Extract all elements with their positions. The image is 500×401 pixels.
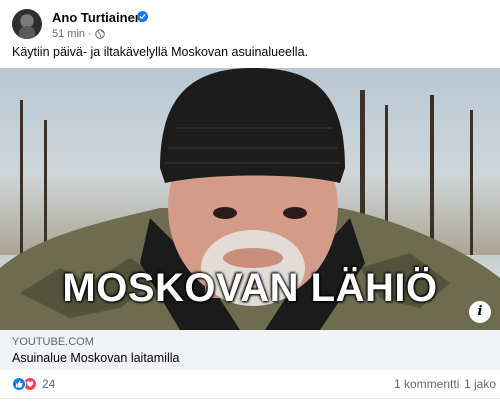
verified-badge-icon <box>137 11 148 22</box>
reaction-count: 24 <box>42 377 56 391</box>
video-caption: MOSKOVAN LÄHIÖ <box>62 266 438 310</box>
comment-count[interactable]: 1 kommentti <box>394 377 459 391</box>
video-thumbnail[interactable]: MOSKOVAN LÄHIÖ i <box>0 68 500 330</box>
post-header: Ano Turtiainen 51 min · <box>12 9 482 41</box>
info-icon[interactable]: i <box>469 301 491 323</box>
link-title[interactable]: Asuinalue Moskovan laitamilla <box>12 351 179 365</box>
author-avatar[interactable] <box>12 9 42 39</box>
post-stats: 24 1 kommentti 1 jako <box>0 370 500 398</box>
link-domain: YOUTUBE.COM <box>12 336 94 348</box>
share-count[interactable]: 1 jako <box>464 377 496 391</box>
reactions-summary[interactable]: 24 <box>12 377 55 391</box>
globe-icon[interactable] <box>94 29 105 39</box>
facebook-post: Ano Turtiainen 51 min · Käytiin päivä- j… <box>0 0 500 401</box>
author-name[interactable]: Ano Turtiainen <box>52 10 143 25</box>
post-meta: 51 min · <box>52 28 105 40</box>
post-message: Käytiin päivä- ja iltakävelyllä Moskovan… <box>12 45 308 59</box>
post-timestamp[interactable]: 51 min <box>52 28 85 40</box>
more-options-icon[interactable] <box>462 14 482 28</box>
meta-separator: · <box>88 28 92 40</box>
like-icon <box>12 377 26 391</box>
link-preview[interactable]: YOUTUBE.COM Asuinalue Moskovan laitamill… <box>0 330 500 370</box>
